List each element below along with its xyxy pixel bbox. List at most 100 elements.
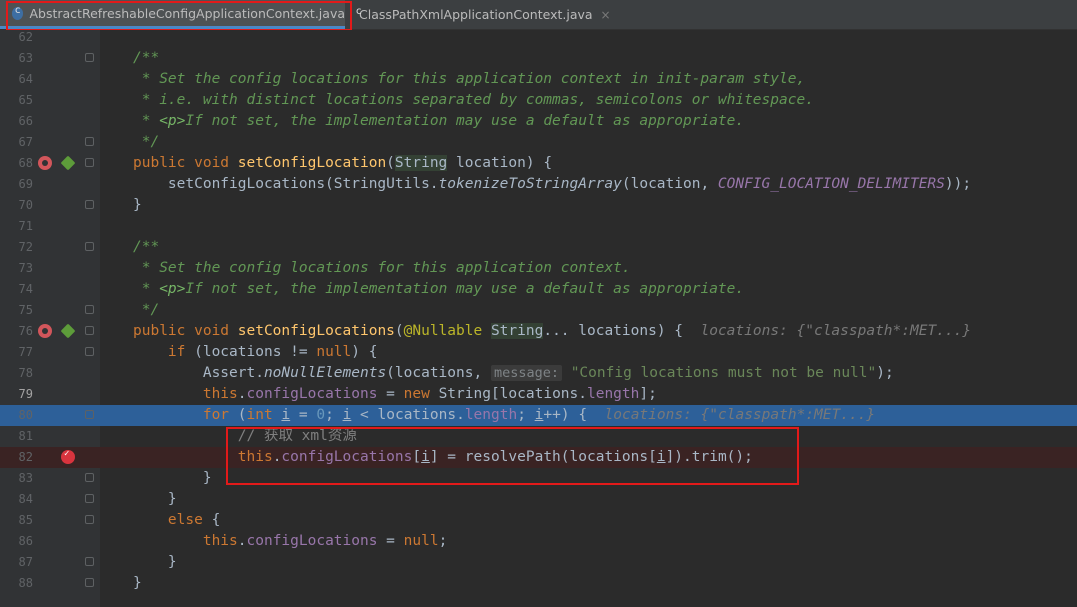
code-line[interactable]: 71 xyxy=(0,216,1077,237)
fold-marker-icon[interactable] xyxy=(85,578,94,587)
line-number[interactable]: 88 xyxy=(0,573,33,594)
line-number[interactable]: 77 xyxy=(0,342,33,363)
line-number[interactable]: 74 xyxy=(0,279,33,300)
code-line[interactable]: 84 } xyxy=(0,489,1077,510)
line-number[interactable]: 69 xyxy=(0,174,33,195)
code-line[interactable]: 85 else { xyxy=(0,510,1077,531)
code-token: (locations != xyxy=(185,344,317,360)
tab-classpath-xml-app-context[interactable]: ClassPathXmlApplicationContext.java × xyxy=(350,0,611,29)
inline-debug-value: locations: {"classpath*:MET...} xyxy=(604,407,876,423)
code-line[interactable]: 69 setConfigLocations(StringUtils.tokeni… xyxy=(0,174,1077,195)
fold-marker-icon[interactable] xyxy=(85,158,94,167)
code-line[interactable]: 73 * Set the config locations for this a… xyxy=(0,258,1077,279)
execution-point-line[interactable]: 80 for (int i = 0; i < locations.length;… xyxy=(0,405,1077,426)
line-number[interactable]: 87 xyxy=(0,552,33,573)
line-number[interactable]: 66 xyxy=(0,111,33,132)
line-number[interactable]: 83 xyxy=(0,468,33,489)
code-text: /** xyxy=(133,237,159,258)
line-number[interactable]: 84 xyxy=(0,489,33,510)
code-token: . xyxy=(237,533,247,549)
code-text: setConfigLocations(StringUtils.tokenizeT… xyxy=(133,174,971,195)
code-token: ; xyxy=(438,533,448,549)
line-number[interactable]: 78 xyxy=(0,363,33,384)
code-token: */ xyxy=(133,302,160,318)
code-line[interactable]: 72 /** xyxy=(0,237,1077,258)
code-token: } xyxy=(133,491,177,507)
code-text: * <p>If not set, the implementation may … xyxy=(133,111,744,132)
implemented-method-icon[interactable] xyxy=(60,155,76,171)
fold-marker-icon[interactable] xyxy=(85,494,94,503)
fold-marker-icon[interactable] xyxy=(85,242,94,251)
code-token: null xyxy=(316,344,352,360)
code-line[interactable]: 68 public void setConfigLocation(String l… xyxy=(0,153,1077,174)
code-line[interactable]: 88} xyxy=(0,573,1077,594)
line-number[interactable]: 86 xyxy=(0,531,33,552)
code-line[interactable]: 78 Assert.noNullElements(locations, mess… xyxy=(0,363,1077,384)
code-editor[interactable]: 62 63 /** 64 * Set the config locations for… xyxy=(0,30,1077,607)
fold-marker-icon[interactable] xyxy=(85,53,94,62)
fold-marker-icon[interactable] xyxy=(85,557,94,566)
code-line[interactable]: 86 this.configLocations = null; xyxy=(0,531,1077,552)
code-line[interactable]: 74 * <p>If not set, the implementation m… xyxy=(0,279,1077,300)
line-number[interactable]: 75 xyxy=(0,300,33,321)
code-line[interactable]: 64 * Set the config locations for this a… xyxy=(0,69,1077,90)
fold-marker-icon[interactable] xyxy=(85,326,94,335)
code-line[interactable]: 76 public void setConfigLocations(@Nullab… xyxy=(0,321,1077,342)
line-number[interactable]: 62 xyxy=(0,27,33,48)
code-token: /** xyxy=(133,239,160,255)
code-token: < locations. xyxy=(351,407,465,423)
line-number[interactable]: 79 xyxy=(0,384,33,405)
overriding-method-icon[interactable] xyxy=(38,324,52,338)
fold-marker-icon[interactable] xyxy=(85,200,94,209)
line-number[interactable]: 70 xyxy=(0,195,33,216)
code-line[interactable]: 79 this.configLocations = new String[loc… xyxy=(0,384,1077,405)
code-token: ) { xyxy=(351,344,378,360)
close-icon[interactable]: × xyxy=(601,8,611,22)
code-line[interactable]: 77 if (locations != null) { xyxy=(0,342,1077,363)
line-number[interactable]: 72 xyxy=(0,237,33,258)
line-number[interactable]: 80 xyxy=(0,405,33,426)
fold-marker-icon[interactable] xyxy=(85,410,94,419)
line-number[interactable]: 67 xyxy=(0,132,33,153)
line-number[interactable]: 76 xyxy=(0,321,33,342)
fold-marker-icon[interactable] xyxy=(85,137,94,146)
code-line[interactable]: 65 * i.e. with distinct locations separa… xyxy=(0,90,1077,111)
line-number[interactable]: 73 xyxy=(0,258,33,279)
inline-debug-value: locations: {"classpath*:MET...} xyxy=(700,323,972,339)
line-number[interactable]: 81 xyxy=(0,426,33,447)
fold-marker-icon[interactable] xyxy=(85,305,94,314)
overriding-method-icon[interactable] xyxy=(38,156,52,170)
fold-marker-icon[interactable] xyxy=(85,515,94,524)
code-token: String xyxy=(490,323,544,339)
line-number[interactable]: 71 xyxy=(0,216,33,237)
line-number[interactable]: 64 xyxy=(0,69,33,90)
line-number[interactable]: 65 xyxy=(0,90,33,111)
line-number[interactable]: 63 xyxy=(0,48,33,69)
line-number[interactable]: 68 xyxy=(0,153,33,174)
line-number[interactable]: 85 xyxy=(0,510,33,531)
line-number[interactable]: 82 xyxy=(0,447,33,468)
code-line[interactable]: 62 xyxy=(0,27,1077,48)
code-text: } xyxy=(133,489,177,510)
implemented-method-icon[interactable] xyxy=(60,323,76,339)
breakpoint-icon[interactable] xyxy=(61,449,75,464)
code-line[interactable]: 87 } xyxy=(0,552,1077,573)
code-text: Assert.noNullElements(locations, message… xyxy=(133,363,894,384)
code-token: * xyxy=(133,113,160,129)
code-token: setConfigLocations(StringUtils. xyxy=(133,176,439,192)
code-token: ( xyxy=(394,323,404,339)
code-token: @Nullable xyxy=(403,323,483,339)
code-line[interactable]: 66 * <p>If not set, the implementation m… xyxy=(0,111,1077,132)
code-line[interactable]: 67 */ xyxy=(0,132,1077,153)
code-token: public void xyxy=(133,155,238,171)
fold-marker-icon[interactable] xyxy=(85,347,94,356)
code-line[interactable]: 70} xyxy=(0,195,1077,216)
code-line[interactable]: 63 /** xyxy=(0,48,1077,69)
code-token: configLocations xyxy=(246,386,378,402)
code-line[interactable]: 75 */ xyxy=(0,300,1077,321)
code-token: for xyxy=(202,407,230,423)
fold-marker-icon[interactable] xyxy=(85,473,94,482)
code-token: <p> xyxy=(159,113,186,129)
editor-tab-bar: AbstractRefreshableConfigApplicationCont… xyxy=(0,0,1077,31)
